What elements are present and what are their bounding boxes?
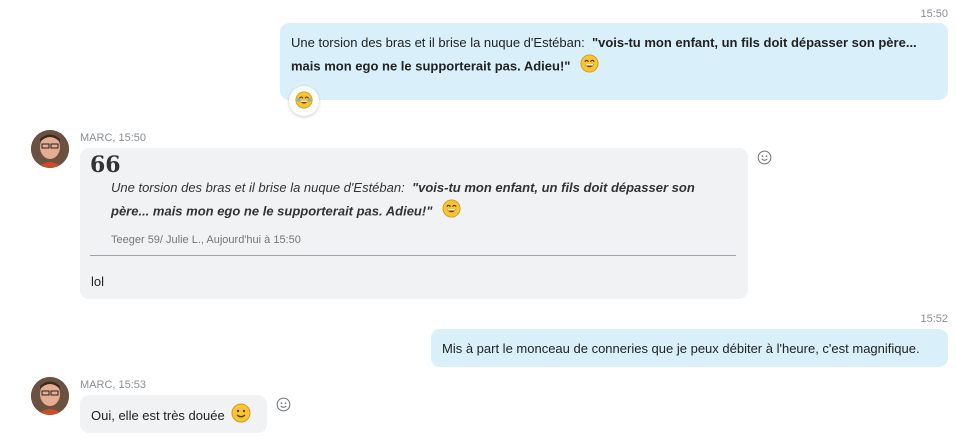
laughing-emoji-icon — [580, 54, 599, 80]
quoted-message: Une torsion des bras et il brise la nuqu… — [111, 176, 695, 225]
add-reaction-icon[interactable] — [757, 150, 772, 168]
incoming-message-bubble[interactable]: 66 Une torsion des bras et il brise la n… — [80, 148, 748, 299]
message-text-bold: "vois-tu mon enfant, un fils doit dépass… — [591, 35, 917, 50]
quote-metadata: Teeger 59/ Julie L., Aujourd'hui à 15:50 — [111, 234, 301, 246]
message-text: lol — [91, 274, 105, 289]
message-sender: MARC, 15:50 — [80, 132, 147, 144]
message-sender: MARC, 15:53 — [80, 379, 147, 391]
quoted-text-plain: Une torsion des bras et il brise la nuqu… — [111, 180, 405, 195]
message-text-bold: mais mon ego ne le supporterait pas. Adi… — [291, 58, 571, 74]
message-text-plain: Une torsion des bras et il brise la nuqu… — [291, 35, 585, 50]
message-reaction[interactable] — [289, 86, 319, 116]
laughing-emoji-icon — [295, 91, 313, 112]
outgoing-message-bubble[interactable]: Une torsion des bras et il brise la nuqu… — [280, 23, 948, 100]
add-reaction-icon[interactable] — [276, 397, 291, 415]
quote-icon: 66 — [90, 152, 121, 178]
message-text-line: mais mon ego ne le supporterait pas. Adi… — [291, 54, 937, 80]
quote-divider — [90, 255, 736, 256]
message-timestamp: 15:50 — [920, 8, 948, 20]
outgoing-message-bubble[interactable]: Mis à part le monceau de conneries que j… — [431, 329, 948, 367]
smile-emoji-icon — [231, 403, 251, 430]
laughing-emoji-icon — [442, 199, 461, 225]
message-timestamp: 15:52 — [920, 313, 948, 325]
avatar[interactable] — [31, 377, 69, 415]
avatar[interactable] — [31, 130, 69, 168]
message-text: Mis à part le monceau de conneries que j… — [442, 341, 920, 356]
incoming-message-bubble[interactable]: Oui, elle est très douée — [80, 395, 267, 433]
quoted-text-bold: "vois-tu mon enfant, un fils doit dépass… — [411, 180, 695, 195]
message-text: Oui, elle est très douée — [91, 407, 225, 423]
message-text-line: Une torsion des bras et il brise la nuqu… — [291, 31, 937, 54]
quoted-text-bold: père... mais mon ego ne le supporterait … — [111, 203, 433, 219]
